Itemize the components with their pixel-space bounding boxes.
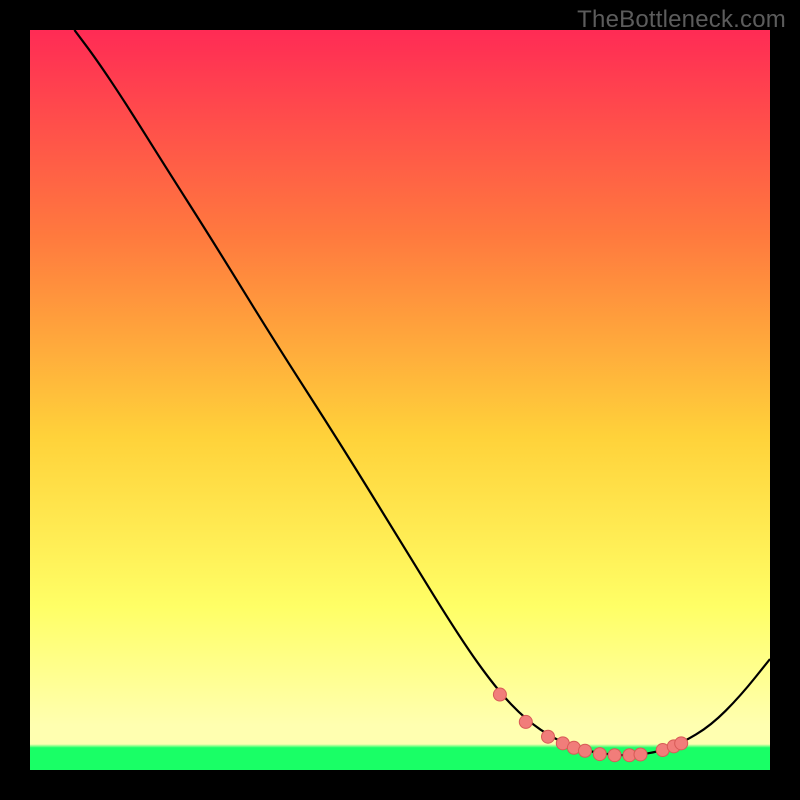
plot-area (30, 30, 770, 770)
chart-frame: TheBottleneck.com (0, 0, 800, 800)
marker-dot (593, 748, 606, 761)
bottleneck-chart (30, 30, 770, 770)
marker-dot (579, 744, 592, 757)
marker-dot (519, 715, 532, 728)
heat-gradient (30, 30, 770, 770)
marker-dot (542, 730, 555, 743)
marker-dot (675, 737, 688, 750)
marker-dot (493, 688, 506, 701)
marker-dot (634, 748, 647, 761)
marker-dot (608, 749, 621, 762)
